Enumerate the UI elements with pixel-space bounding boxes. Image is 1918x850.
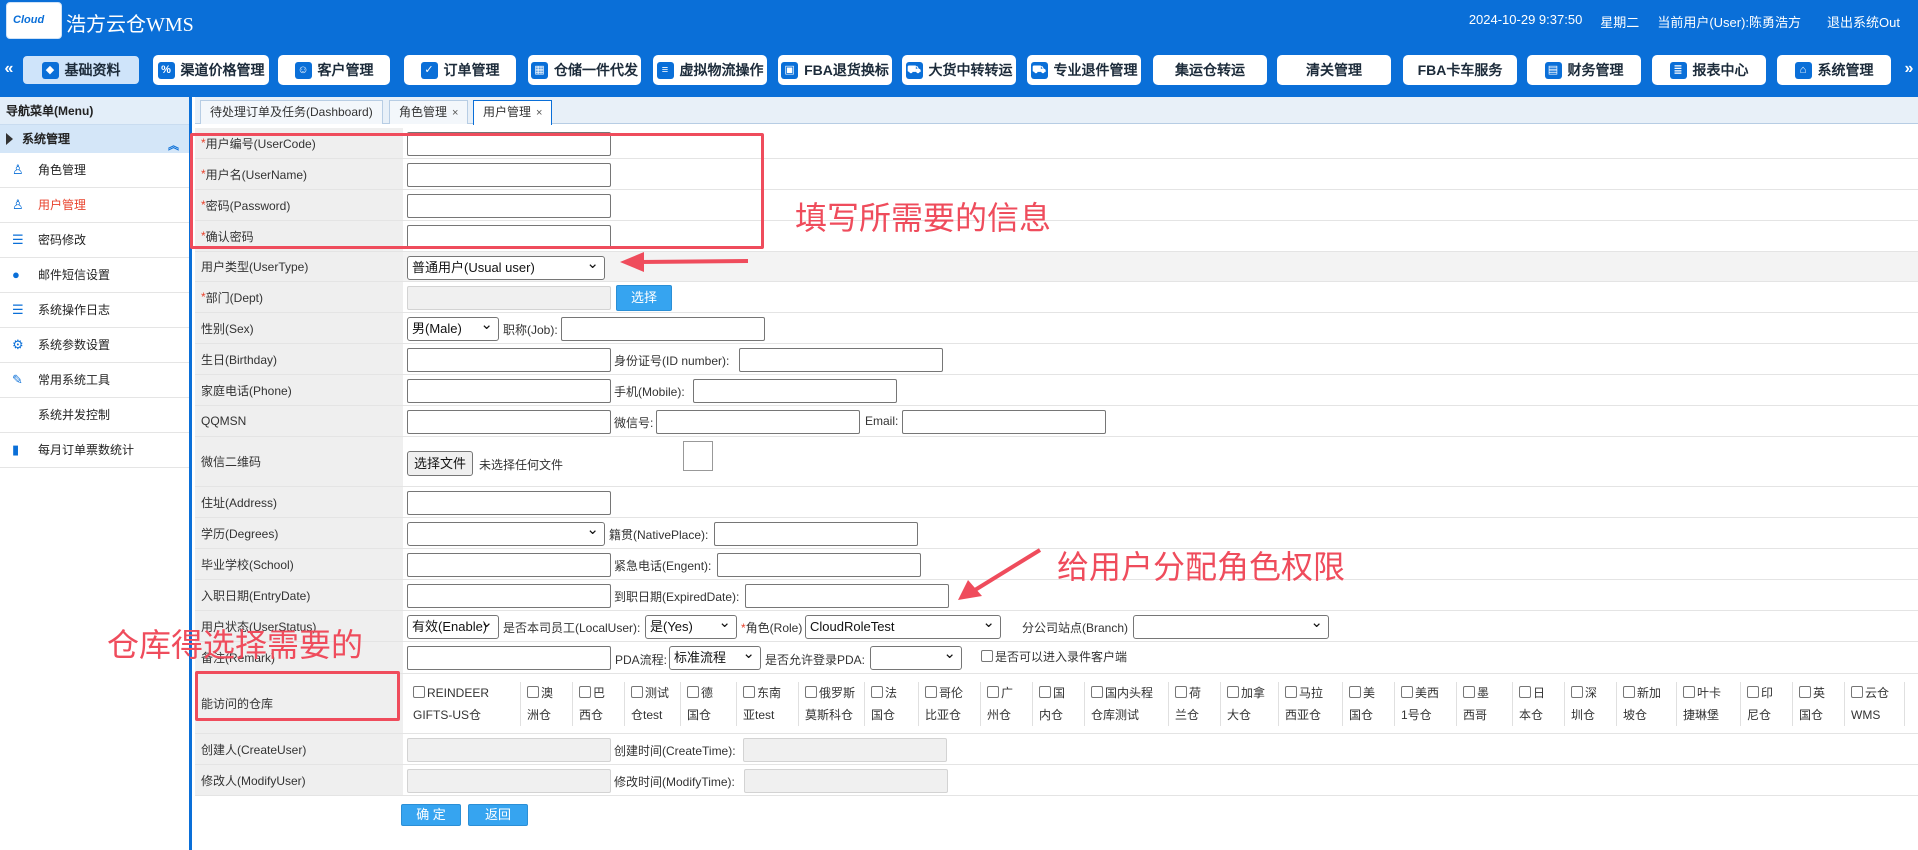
annotation-arrows xyxy=(620,252,1042,600)
annotation-arrow-usertype xyxy=(639,259,749,264)
annotation-arrow-role xyxy=(973,548,1042,592)
annotation-arrowhead-usertype xyxy=(620,252,644,272)
